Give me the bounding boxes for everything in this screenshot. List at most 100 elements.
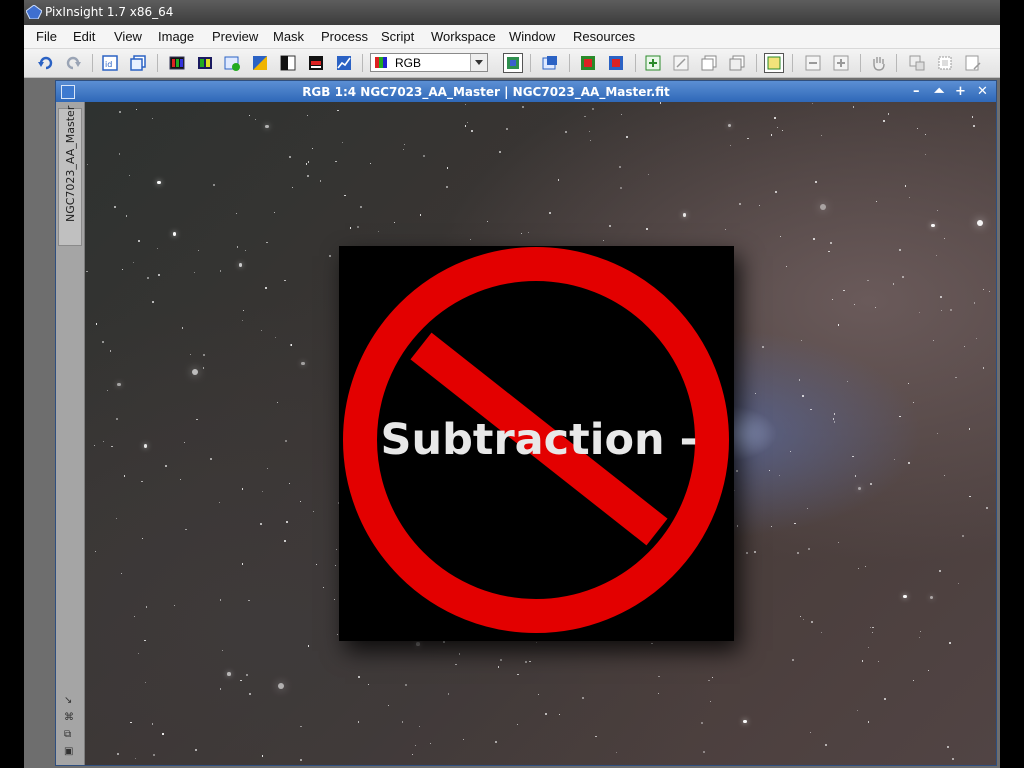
star xyxy=(746,552,748,554)
star xyxy=(590,140,592,142)
star xyxy=(774,117,776,119)
toolbar-separator xyxy=(896,54,897,72)
readout-mode-icon[interactable] xyxy=(764,53,784,73)
star xyxy=(810,408,812,411)
star xyxy=(464,103,467,105)
chevron-down-icon[interactable] xyxy=(470,54,487,71)
star xyxy=(989,290,991,293)
menu-script[interactable]: Script xyxy=(381,29,414,44)
color-display-toggle-icon[interactable] xyxy=(503,53,523,73)
star xyxy=(118,153,120,155)
star xyxy=(798,379,801,381)
star xyxy=(423,155,426,158)
menu-edit[interactable]: Edit xyxy=(73,29,95,44)
star xyxy=(709,701,712,703)
edit-image-icon[interactable] xyxy=(672,54,690,72)
zoom-in-icon[interactable] xyxy=(804,54,822,72)
new-preview-icon[interactable] xyxy=(223,54,241,72)
star xyxy=(128,175,131,177)
star xyxy=(411,754,413,756)
star xyxy=(369,163,371,165)
redo-icon[interactable] xyxy=(64,54,82,72)
image-window-titlebar[interactable]: RGB 1:4 NGC7023_AA_Master | NGC7023_AA_M… xyxy=(56,81,996,102)
screen-transfer-function-icon[interactable] xyxy=(541,54,559,72)
undo-icon[interactable] xyxy=(37,54,55,72)
menu-process[interactable]: Process xyxy=(321,29,368,44)
invert-icon[interactable] xyxy=(279,54,297,72)
duplicate-image-icon[interactable] xyxy=(129,54,147,72)
histogram-icon[interactable] xyxy=(335,54,353,72)
mask-icon[interactable] xyxy=(251,54,269,72)
star xyxy=(800,615,802,618)
menu-preview[interactable]: Preview xyxy=(212,29,258,44)
info-icon[interactable]: ▣ xyxy=(64,746,75,757)
resize-icon[interactable]: ↘ xyxy=(64,695,75,706)
preview-icon[interactable]: ⧉ xyxy=(64,729,75,740)
minimize-icon[interactable]: – xyxy=(913,84,920,99)
star xyxy=(932,340,935,342)
star xyxy=(241,319,243,321)
channel-selector[interactable]: RGB xyxy=(370,53,488,72)
channel-extraction-icon[interactable] xyxy=(196,54,214,72)
star xyxy=(712,677,714,679)
menu-image[interactable]: Image xyxy=(158,29,194,44)
image-canvas[interactable]: Subtraction - xyxy=(85,102,996,765)
star xyxy=(949,642,951,644)
star xyxy=(157,274,160,277)
star xyxy=(470,130,473,133)
star xyxy=(527,232,529,234)
star xyxy=(116,753,119,756)
star xyxy=(782,129,784,131)
menu-workspace[interactable]: Workspace xyxy=(431,29,496,44)
star xyxy=(300,726,302,728)
rgb-channels-icon[interactable] xyxy=(168,54,186,72)
star xyxy=(335,160,337,163)
zoom-out-icon[interactable] xyxy=(832,54,850,72)
star xyxy=(802,394,805,397)
star xyxy=(290,344,292,346)
star xyxy=(499,659,502,662)
menu-window[interactable]: Window xyxy=(509,29,555,44)
menu-mask[interactable]: Mask xyxy=(273,29,304,44)
star xyxy=(495,741,497,743)
star xyxy=(285,440,288,443)
star xyxy=(349,227,351,229)
shade-icon[interactable]: ⏶ xyxy=(934,84,944,99)
star xyxy=(828,250,830,252)
zoom-reset-icon[interactable]: ⌘ xyxy=(64,712,75,723)
star xyxy=(588,130,590,132)
mask-toggle-icon[interactable] xyxy=(307,54,325,72)
star xyxy=(102,440,105,442)
menu-file[interactable]: File xyxy=(36,29,57,44)
star xyxy=(872,632,874,634)
zoom-fit-icon[interactable] xyxy=(908,54,926,72)
menu-resources[interactable]: Resources xyxy=(573,29,635,44)
star xyxy=(603,240,605,242)
star xyxy=(506,128,508,130)
stf-auto-icon[interactable] xyxy=(579,54,597,72)
star xyxy=(592,107,595,110)
star xyxy=(899,416,901,418)
maximize-icon[interactable]: + xyxy=(955,84,966,99)
pan-hand-icon[interactable] xyxy=(870,54,888,72)
paste-icon[interactable] xyxy=(728,54,746,72)
copy-icon[interactable] xyxy=(700,54,718,72)
star xyxy=(648,174,650,176)
stf-reset-icon[interactable] xyxy=(607,54,625,72)
menu-view[interactable]: View xyxy=(114,29,142,44)
image-side-tab[interactable]: NGC7023_AA_Master ↘ ⌘ ⧉ ▣ xyxy=(56,102,85,765)
image-identifier-icon[interactable]: id xyxy=(101,54,119,72)
star xyxy=(152,301,154,303)
app-titlebar: PixInsight 1.7 x86_64 xyxy=(24,0,1000,25)
fit-view-icon[interactable] xyxy=(964,54,982,72)
star xyxy=(248,600,250,602)
star xyxy=(174,605,176,607)
star xyxy=(221,649,223,652)
star xyxy=(963,346,966,348)
star xyxy=(894,458,896,460)
star xyxy=(301,361,305,366)
zoom-to-actual-icon[interactable] xyxy=(936,54,954,72)
new-image-icon[interactable] xyxy=(644,54,662,72)
star xyxy=(976,338,978,340)
close-icon[interactable]: ✕ xyxy=(977,84,988,99)
